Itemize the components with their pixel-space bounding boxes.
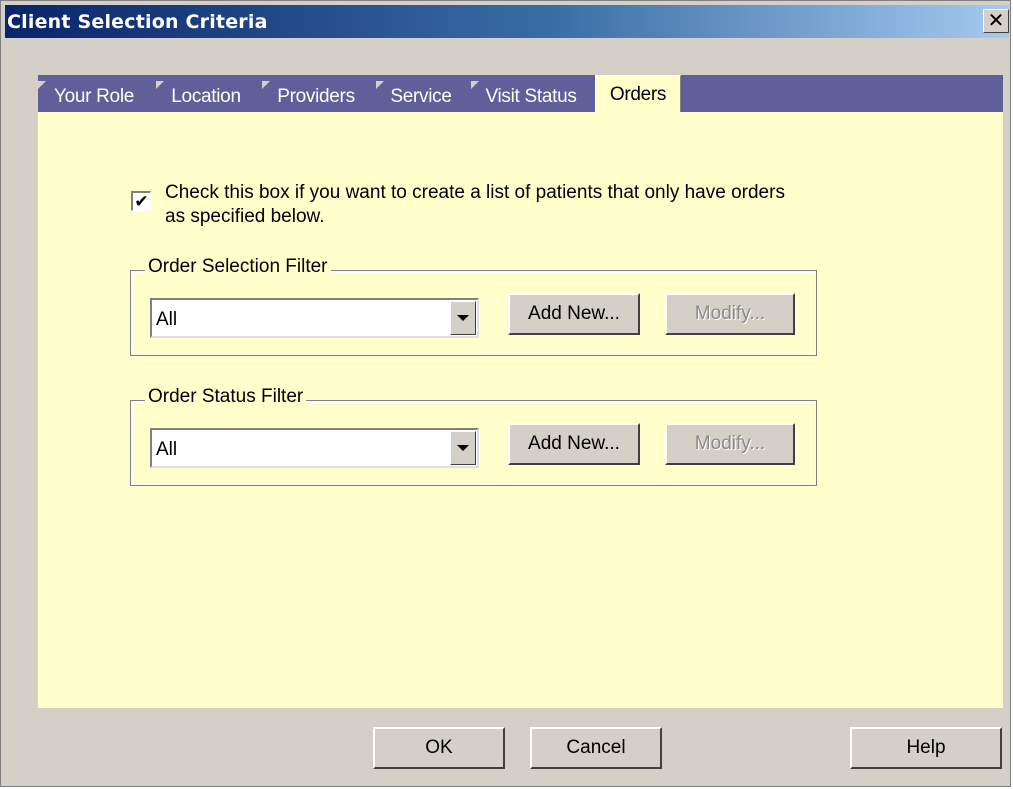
tab-label: Location	[171, 85, 241, 107]
tab-label: Visit Status	[485, 85, 577, 107]
order-selection-filter-dropdown[interactable]: All	[150, 298, 479, 338]
cancel-button[interactable]: Cancel	[530, 727, 662, 769]
orders-only-checkbox-label[interactable]: Check this box if you want to create a l…	[165, 181, 785, 229]
orders-only-checkbox[interactable]: ✔	[131, 191, 151, 211]
tab-label: Your Role	[53, 85, 135, 107]
chevron-down-icon[interactable]	[450, 431, 476, 465]
tab-orders[interactable]: Orders	[595, 75, 681, 113]
order-status-filter-group: Order Status Filter All Add New... Modif…	[130, 386, 817, 486]
button-label: Help	[906, 737, 946, 758]
tab-label: Providers	[277, 85, 355, 107]
dropdown-value: All	[156, 439, 178, 460]
order-status-filter-dropdown[interactable]: All	[150, 428, 479, 468]
button-label: OK	[425, 737, 453, 758]
order-status-modify-button[interactable]: Modify...	[665, 423, 795, 465]
button-label: Add New...	[528, 433, 620, 454]
ok-button[interactable]: OK	[373, 727, 505, 769]
tab-your-role[interactable]: Your Role	[38, 81, 150, 112]
tab-label: Orders	[609, 83, 667, 105]
dropdown-value: All	[156, 309, 178, 330]
button-label: Modify...	[694, 303, 766, 324]
tab-label: Service	[390, 85, 452, 107]
close-button[interactable]: ✕	[983, 9, 1009, 33]
chevron-down-icon[interactable]	[450, 301, 476, 335]
order-selection-modify-button[interactable]: Modify...	[665, 293, 795, 335]
checkmark-icon: ✔	[134, 191, 149, 211]
order-selection-add-new-button[interactable]: Add New...	[508, 293, 640, 335]
close-icon: ✕	[987, 10, 1005, 32]
button-label: Cancel	[566, 737, 626, 758]
tab-providers[interactable]: Providers	[262, 81, 370, 112]
order-selection-filter-group: Order Selection Filter All Add New... Mo…	[130, 256, 817, 356]
tab-service[interactable]: Service	[376, 81, 466, 112]
client-selection-dialog: Client Selection Criteria ✕ Your Role Lo…	[0, 0, 1011, 787]
tab-location[interactable]: Location	[156, 81, 256, 112]
title-bar[interactable]: Client Selection Criteria ✕	[5, 5, 1009, 38]
button-label: Modify...	[694, 433, 766, 454]
button-label: Add New...	[528, 303, 620, 324]
tab-visit-status[interactable]: Visit Status	[471, 81, 591, 112]
order-status-add-new-button[interactable]: Add New...	[508, 423, 640, 465]
group-label: Order Selection Filter	[145, 256, 331, 278]
window-title: Client Selection Criteria	[7, 11, 268, 33]
group-label: Order Status Filter	[145, 386, 307, 408]
help-button[interactable]: Help	[850, 727, 1002, 769]
